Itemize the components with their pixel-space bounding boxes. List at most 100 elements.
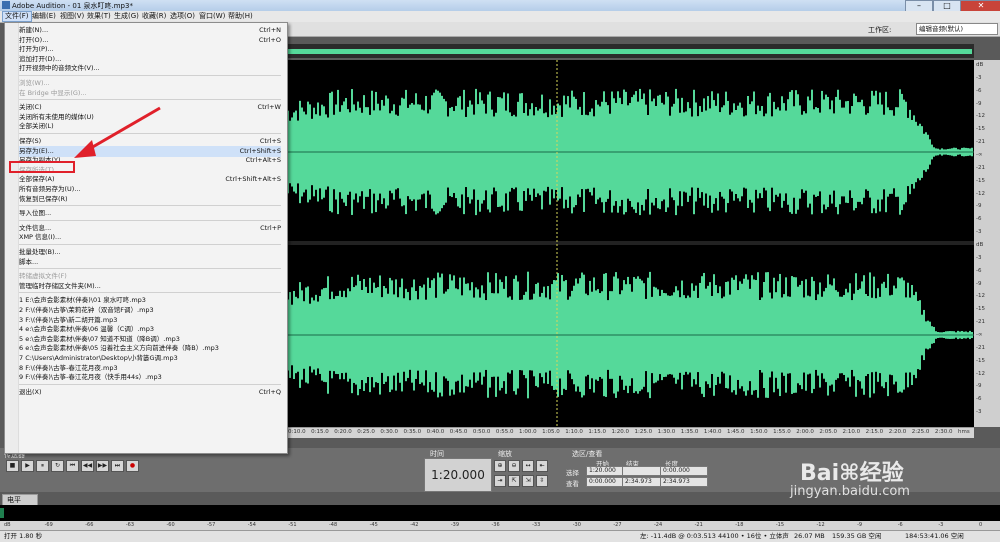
meter-tick-label: -21 [694,522,703,528]
timeline-tick-label: 0:50.0 [472,429,491,435]
status-bar: 打开 1.80 秒 左: -11.4dB @ 0:03.513 44100 • … [0,530,1000,542]
fast-forward-icon[interactable]: ▶▶ [96,460,109,472]
file-menu-item[interactable]: 导入位图... [19,208,281,219]
view-row-label: 查看 [566,480,579,488]
timeline-ruler[interactable]: 0:10.0 0:15.0 0:20.0 0:25.0 0:30.0 0:35.0 0:40… [286,427,974,438]
zoom-in-horizontal-icon[interactable]: ⊕ [494,460,506,472]
menu-item-label: 打开视频中的音频文件(V)... [19,64,100,73]
menu-separator [19,292,281,294]
menu-window[interactable]: 窗口(W) [197,11,227,22]
go-to-start-icon[interactable]: ⏮ [66,460,79,472]
stop-icon[interactable]: ■ [6,460,19,472]
menu-item-label: 文件信息... [19,223,52,232]
meter-tick-label: -54 [247,522,256,528]
waveform-display[interactable] [286,60,974,427]
file-menu-item[interactable]: 脚本... [19,257,281,268]
menu-item-label: 在 Bridge 中显示(G)... [19,88,87,97]
meter-tick-label: -18 [735,522,744,528]
amp-tick-label: -15 [976,357,985,364]
meter-tick-label: -12 [816,522,825,528]
timeline-tick-label: 2:00.0 [796,429,814,435]
rewind-icon[interactable]: ◀◀ [81,460,94,472]
menu-effects[interactable]: 效果(T) [85,11,113,22]
amp-tick-label: dB [976,62,984,68]
zoom-out-horizontal-icon[interactable]: ⊖ [508,460,520,472]
meter-tick-label: -30 [572,522,581,528]
zoom-right-icon[interactable]: ⇱ [508,475,520,487]
status-file-size: 26.07 MB [794,532,825,540]
timeline-tick-label: 0:15.0 [311,429,329,435]
menu-separator [19,205,281,207]
workspace-select[interactable]: 编辑音频(默认) [916,23,998,35]
menu-item-label: XMP 信息(I)... [19,233,62,242]
amp-tick-label: -9 [976,280,982,287]
menu-item-label: 批量处理(B)... [19,248,61,256]
amp-tick-label: -12 [976,113,985,120]
menu-item-label: 所有音频另存为(U)... [19,185,81,193]
file-menu-item[interactable]: 9 F:\(伴奏)\古筝-春江花月夜（快手用44s）.mp3 [19,372,281,383]
amp-tick-label: -9 [976,100,982,107]
app-icon [2,1,10,9]
amp-tick-label: -6 [976,267,982,274]
menu-edit[interactable]: 编辑(E) [30,11,58,22]
file-menu-item[interactable]: 打开视频中的音频文件(V)... [19,63,281,74]
zoom-in-vertical-icon[interactable]: ⇲ [522,475,534,487]
zoom-selection-icon[interactable]: ⇤ [536,460,548,472]
meter-tick-label: -15 [775,522,785,528]
menu-view[interactable]: 视图(V) [58,11,86,22]
status-format: 44100 • 16位 • 立体声 [718,532,789,540]
meter-tick-label: -69 [44,522,53,528]
zoom-full-icon[interactable]: ↔ [522,460,534,472]
overview-bar[interactable] [288,49,972,54]
file-menu-item[interactable]: 管理临时存储区文件夹(M)... [19,281,281,292]
amp-tick-label: -21 [976,164,985,171]
timeline-tick-label: 1:45.0 [726,429,745,435]
amp-tick-label: -6 [976,87,982,94]
meter-tick-label: -42 [410,522,419,528]
zoom-left-icon[interactable]: ⇥ [494,475,506,487]
sel-length-field[interactable]: 0:00.000 [660,466,708,476]
view-length-field[interactable]: 2:34.973 [660,477,708,487]
amp-tick-label: -15 [976,126,985,133]
zoom-tab[interactable]: 缩放 [498,449,512,459]
menu-help[interactable]: 帮助(H) [226,11,255,22]
menu-item-label: 导入位图... [19,209,52,218]
play-icon[interactable]: ▶ [21,460,34,472]
go-to-end-icon[interactable]: ⏭ [111,460,124,472]
menu-file[interactable]: 文件(F) [2,11,32,22]
workspace-label: 工作区: [868,26,892,34]
timeline-tick-label: 2:30.0 [934,429,953,435]
timeline-tick-label: 0:10.0 [288,429,306,435]
status-time-free: 184:53:41.06 空闲 [905,532,964,540]
menu-separator [19,383,281,385]
zoom-out-vertical-icon[interactable]: ⇳ [536,475,548,487]
amp-tick-label: -21 [976,344,985,351]
amp-tick-label: -6 [976,216,982,223]
status-cursor-level: 左: -11.4dB @ 0:03.513 [640,532,716,540]
amp-tick-label: -6 [976,396,982,403]
amp-tick-label: -21 [976,139,985,146]
record-icon[interactable]: ● [126,460,139,472]
meter-tick-label: -48 [329,522,338,528]
menu-item-shortcut: Ctrl+Q [258,387,281,396]
file-menu-item[interactable]: 恢复到已保存(R) [19,194,281,205]
menu-options[interactable]: 选项(O) [168,11,197,22]
menu-item-label: 浏览(W)... [19,79,50,87]
meter-tick-label: -60 [166,522,175,528]
meter-tick-label: 0 [979,522,983,528]
timeline-tick-label: 1:25.0 [634,429,653,435]
timeline-tick-label: 2:10.0 [842,429,861,435]
pause-icon[interactable]: ⏸ [36,460,49,472]
meter-tick-label: -36 [491,522,500,528]
timeline-tick-label: 0:35.0 [403,429,422,435]
amp-tick-label: -9 [976,203,982,210]
timeline-tick-label: 0:25.0 [357,429,375,435]
menu-generate[interactable]: 生成(G) [112,11,141,22]
amp-tick-label: -3 [976,229,982,236]
file-menu-item[interactable]: XMP 信息(I)... [19,232,281,243]
loop-icon[interactable]: ↻ [51,460,64,472]
file-menu-item[interactable]: 退出(X) Ctrl+Q [19,387,281,398]
menu-item-label: 另存为(E)... [19,146,54,155]
meter-tick-label: dB [4,522,11,528]
menu-favorites[interactable]: 收藏(R) [140,11,168,22]
